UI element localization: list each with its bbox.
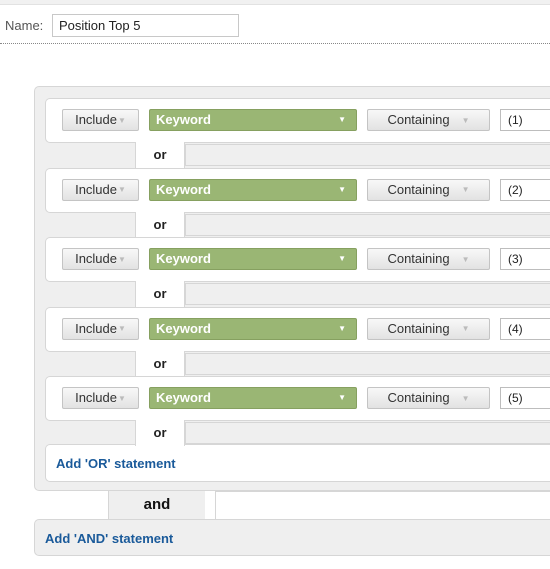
include-dropdown[interactable]: Include▼ xyxy=(62,248,139,270)
or-connector: or xyxy=(45,142,550,168)
or-label: or xyxy=(135,211,185,238)
dropdown-arrow-icon: ▼ xyxy=(461,254,470,264)
dimension-label: Keyword xyxy=(156,320,211,336)
match-type-label: Containing xyxy=(387,112,450,127)
condition-row: Include▼ Keyword ▼ Containing ▼ (5) xyxy=(45,376,550,421)
add-and-statement-link[interactable]: Add 'AND' statement xyxy=(45,531,173,546)
condition-value-input[interactable]: (3) xyxy=(500,248,550,270)
dimension-dropdown[interactable]: Keyword ▼ xyxy=(149,178,357,201)
or-connector: or xyxy=(45,420,550,446)
match-type-dropdown[interactable]: Containing ▼ xyxy=(367,248,490,270)
include-dropdown[interactable]: Include▼ xyxy=(62,178,139,201)
dropdown-arrow-icon: ▼ xyxy=(118,393,126,403)
or-connector: or xyxy=(45,211,550,238)
condition-value-input[interactable]: (1) xyxy=(500,109,550,131)
or-label: or xyxy=(135,142,185,168)
or-connector: or xyxy=(45,350,550,377)
dropdown-arrow-icon: ▼ xyxy=(118,324,126,334)
or-connector-bar xyxy=(185,213,550,236)
condition-row: Include▼ Keyword ▼ Containing ▼ (2) xyxy=(45,167,550,213)
or-connector: or xyxy=(45,281,550,307)
dropdown-arrow-icon: ▼ xyxy=(118,254,126,264)
or-label: or xyxy=(135,420,185,446)
match-type-dropdown[interactable]: Containing ▼ xyxy=(367,317,490,340)
condition-row: Include▼ Keyword ▼ Containing ▼ (4) xyxy=(45,306,550,352)
top-bar xyxy=(0,0,550,5)
dropdown-arrow-icon: ▼ xyxy=(461,393,470,403)
or-connector-bar xyxy=(185,283,550,305)
dimension-dropdown[interactable]: Keyword ▼ xyxy=(149,387,357,409)
match-type-label: Containing xyxy=(387,320,450,336)
name-label: Name: xyxy=(5,18,44,33)
dimension-label: Keyword xyxy=(156,251,211,266)
dropdown-arrow-icon: ▼ xyxy=(338,323,346,333)
dropdown-arrow-icon: ▼ xyxy=(338,184,346,194)
or-label: or xyxy=(135,281,185,307)
or-connector-bar xyxy=(185,422,550,444)
and-connector-bar xyxy=(215,491,550,520)
dropdown-arrow-icon: ▼ xyxy=(118,185,126,195)
match-type-label: Containing xyxy=(387,390,450,405)
include-dropdown[interactable]: Include▼ xyxy=(62,387,139,409)
condition-row: Include▼ Keyword ▼ Containing ▼ (3) xyxy=(45,237,550,282)
and-connector: and xyxy=(108,491,205,520)
dimension-dropdown[interactable]: Keyword ▼ xyxy=(149,317,357,340)
match-type-dropdown[interactable]: Containing ▼ xyxy=(367,109,490,131)
divider xyxy=(0,43,550,44)
dropdown-arrow-icon: ▼ xyxy=(461,185,470,195)
include-label: Include xyxy=(75,181,117,197)
condition-value-input[interactable]: (5) xyxy=(500,387,550,409)
dropdown-arrow-icon: ▼ xyxy=(118,115,126,125)
add-or-statement-link[interactable]: Add 'OR' statement xyxy=(56,456,176,471)
dimension-label: Keyword xyxy=(156,112,211,127)
dimension-label: Keyword xyxy=(156,390,211,405)
condition-value-input[interactable]: (4) xyxy=(500,317,550,340)
or-group-panel: Add 'OR' statement Include▼ Keyword ▼ Conta… xyxy=(34,86,550,491)
match-type-label: Containing xyxy=(387,251,450,266)
include-label: Include xyxy=(75,320,117,336)
dropdown-arrow-icon: ▼ xyxy=(461,115,470,125)
or-label: or xyxy=(135,350,185,377)
include-dropdown[interactable]: Include▼ xyxy=(62,317,139,340)
include-dropdown[interactable]: Include▼ xyxy=(62,109,139,131)
match-type-label: Containing xyxy=(387,181,450,197)
dimension-label: Keyword xyxy=(156,181,211,197)
match-type-dropdown[interactable]: Containing ▼ xyxy=(367,387,490,409)
match-type-dropdown[interactable]: Containing ▼ xyxy=(367,178,490,201)
dropdown-arrow-icon: ▼ xyxy=(461,324,470,334)
dropdown-arrow-icon: ▼ xyxy=(338,393,346,402)
name-input[interactable] xyxy=(52,14,239,37)
include-label: Include xyxy=(75,251,117,266)
add-or-container: Add 'OR' statement xyxy=(45,444,550,482)
dropdown-arrow-icon: ▼ xyxy=(338,115,346,124)
dimension-dropdown[interactable]: Keyword ▼ xyxy=(149,248,357,270)
add-and-container: Add 'AND' statement xyxy=(34,519,550,556)
include-label: Include xyxy=(75,112,117,127)
condition-value-input[interactable]: (2) xyxy=(500,178,550,201)
dropdown-arrow-icon: ▼ xyxy=(338,254,346,263)
or-connector-bar xyxy=(185,352,550,375)
condition-row: Include▼ Keyword ▼ Containing ▼ (1) xyxy=(45,98,550,143)
or-connector-bar xyxy=(185,144,550,166)
dimension-dropdown[interactable]: Keyword ▼ xyxy=(149,109,357,131)
include-label: Include xyxy=(75,390,117,405)
